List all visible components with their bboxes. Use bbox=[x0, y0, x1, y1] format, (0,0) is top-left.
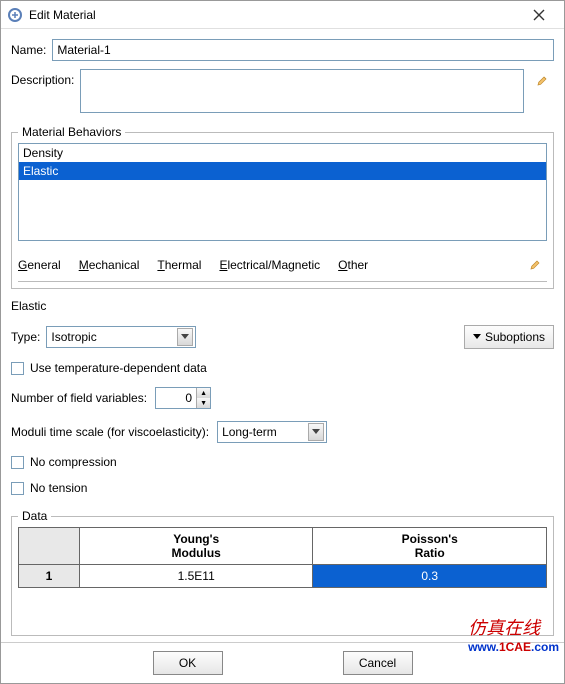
name-input[interactable] bbox=[52, 39, 554, 61]
chevron-down-icon bbox=[177, 328, 193, 346]
behavior-edit-button[interactable] bbox=[523, 253, 547, 277]
data-legend: Data bbox=[18, 509, 51, 523]
type-label: Type: bbox=[11, 330, 40, 344]
type-combo[interactable]: Isotropic bbox=[46, 326, 196, 348]
behavior-item-density[interactable]: Density bbox=[19, 144, 546, 162]
col-youngs: Young's Modulus bbox=[79, 528, 313, 565]
close-button[interactable] bbox=[520, 4, 558, 26]
data-group: Data Young's Modulus Poisson's Ratio 1 1… bbox=[11, 509, 554, 636]
material-behaviors-group: Material Behaviors Density Elastic Gener… bbox=[11, 125, 554, 289]
no-compression-label: No compression bbox=[30, 455, 117, 469]
field-vars-label: Number of field variables: bbox=[11, 391, 147, 405]
menu-mechanical[interactable]: Mechanical bbox=[79, 258, 140, 272]
field-vars-spinner[interactable]: 0 ▲ ▼ bbox=[155, 387, 211, 409]
suboptions-label: Suboptions bbox=[485, 330, 545, 344]
suboptions-button[interactable]: Suboptions bbox=[464, 325, 554, 349]
menu-general[interactable]: General bbox=[18, 258, 61, 272]
temp-dependent-checkbox[interactable] bbox=[11, 362, 24, 375]
spinner-up[interactable]: ▲ bbox=[196, 388, 210, 398]
table-row[interactable]: 1 1.5E11 0.3 bbox=[19, 565, 547, 588]
behavior-item-elastic[interactable]: Elastic bbox=[19, 162, 546, 180]
moduli-label: Moduli time scale (for viscoelasticity): bbox=[11, 425, 209, 439]
name-label: Name: bbox=[11, 43, 46, 57]
cancel-button[interactable]: Cancel bbox=[343, 651, 413, 675]
ok-button[interactable]: OK bbox=[153, 651, 223, 675]
col-poisson: Poisson's Ratio bbox=[313, 528, 547, 565]
behavior-list[interactable]: Density Elastic bbox=[18, 143, 547, 241]
temp-dependent-label: Use temperature-dependent data bbox=[30, 361, 207, 375]
window-title: Edit Material bbox=[29, 8, 520, 22]
cell-youngs[interactable]: 1.5E11 bbox=[79, 565, 313, 588]
data-table[interactable]: Young's Modulus Poisson's Ratio 1 1.5E11… bbox=[18, 527, 547, 588]
moduli-value: Long-term bbox=[222, 425, 308, 439]
chevron-down-icon bbox=[308, 423, 324, 441]
no-tension-checkbox[interactable] bbox=[11, 482, 24, 495]
titlebar[interactable]: Edit Material bbox=[1, 1, 564, 29]
description-input[interactable] bbox=[80, 69, 524, 113]
cell-poisson[interactable]: 0.3 bbox=[313, 565, 547, 588]
spinner-down[interactable]: ▼ bbox=[196, 398, 210, 408]
elastic-section-title: Elastic bbox=[11, 299, 554, 313]
menu-thermal[interactable]: Thermal bbox=[157, 258, 201, 272]
no-tension-label: No tension bbox=[30, 481, 87, 495]
triangle-down-icon bbox=[473, 334, 481, 340]
no-compression-checkbox[interactable] bbox=[11, 456, 24, 469]
behavior-menu: General Mechanical Thermal Electrical/Ma… bbox=[18, 247, 547, 282]
dialog-footer: OK Cancel bbox=[1, 642, 564, 683]
menu-other[interactable]: Other bbox=[338, 258, 368, 272]
moduli-combo[interactable]: Long-term bbox=[217, 421, 327, 443]
material-behaviors-legend: Material Behaviors bbox=[18, 125, 125, 139]
pencil-icon bbox=[536, 72, 548, 90]
table-header-row: Young's Modulus Poisson's Ratio bbox=[19, 528, 547, 565]
menu-electrical[interactable]: Electrical/Magnetic bbox=[219, 258, 320, 272]
app-icon bbox=[7, 7, 23, 23]
close-icon bbox=[533, 9, 545, 21]
pencil-icon bbox=[529, 257, 541, 273]
edit-description-button[interactable] bbox=[530, 69, 554, 93]
edit-material-dialog: Edit Material Name: Description: Materia… bbox=[0, 0, 565, 684]
field-vars-value: 0 bbox=[156, 391, 196, 405]
row-number: 1 bbox=[19, 565, 80, 588]
description-label: Description: bbox=[11, 73, 74, 87]
type-value: Isotropic bbox=[51, 330, 177, 344]
